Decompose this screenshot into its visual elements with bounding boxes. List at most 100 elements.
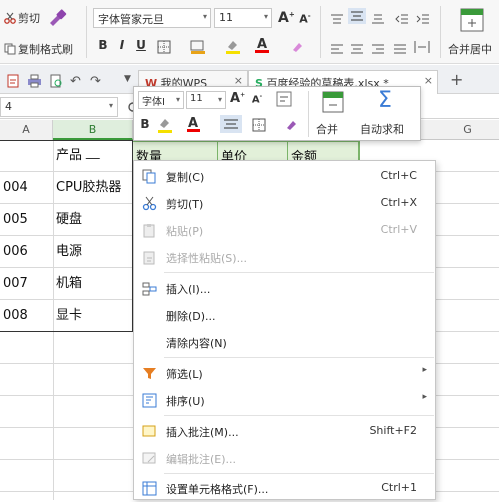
menu-item-label: 插入批注(M)... (166, 426, 239, 439)
menu-item-label: 剪切(T) (166, 198, 204, 211)
menu-item-shortcut: Ctrl+1 (381, 481, 417, 494)
menu-item-edit-comment[interactable]: 编辑批注(E)... (134, 445, 435, 472)
mini-align-center-icon[interactable] (220, 115, 242, 133)
format-painter-button[interactable]: 格式刷 (40, 41, 73, 57)
comment-icon (142, 424, 157, 439)
mini-toolbar: 字体I ▾ 11 ▾ A+ A- B A 合并 Σ 自动求和 (133, 86, 421, 141)
fill-color-icon[interactable] (190, 39, 206, 54)
format-cells-icon (142, 481, 157, 496)
highlight-icon[interactable] (225, 38, 241, 54)
justify-icon[interactable] (393, 40, 407, 54)
edit-comment-icon (142, 451, 157, 466)
customize-dropdown-icon[interactable]: ▼ (124, 74, 131, 84)
align-center-icon[interactable] (350, 40, 364, 54)
menu-item-cut[interactable]: 剪切(T) Ctrl+X (134, 190, 435, 217)
menu-item-label: 插入(I)... (166, 283, 211, 296)
sigma-icon[interactable]: Σ (378, 88, 392, 113)
clear-format-icon[interactable] (290, 39, 304, 53)
menu-item-label: 选择性粘贴(S)... (166, 252, 248, 265)
bold-button[interactable]: B (96, 38, 110, 52)
merge-center-icon[interactable] (460, 8, 484, 32)
paste-icon (142, 223, 157, 238)
mini-font-color-icon[interactable]: A (186, 114, 202, 134)
menu-item-insert-comment[interactable]: 插入批注(M)... Shift+F2 (134, 418, 435, 445)
scissors-icon[interactable] (4, 9, 16, 24)
font-size-value: 11 (219, 11, 233, 24)
column-header-b[interactable]: B (53, 120, 133, 140)
font-name-select[interactable]: 字体管家元旦 ▾ (93, 8, 211, 28)
mini-font-size-select[interactable]: 11 ▾ (186, 91, 226, 109)
undo-icon[interactable]: ↶ (70, 74, 81, 89)
indent-decrease-icon[interactable] (395, 10, 409, 24)
menu-item-label: 清除内容(N) (166, 337, 227, 350)
indent-increase-icon[interactable] (416, 10, 430, 24)
underline-button[interactable]: U (134, 38, 148, 52)
align-middle-icon[interactable] (348, 8, 366, 24)
context-menu: 复制(C) Ctrl+C 剪切(T) Ctrl+X 粘贴(P) Ctrl+V 选… (133, 160, 436, 500)
align-bottom-icon[interactable] (371, 10, 385, 24)
copy-icon[interactable] (4, 40, 16, 55)
mini-increase-font-button[interactable]: A+ (230, 91, 245, 106)
mini-wrap-icon[interactable] (276, 91, 292, 107)
ribbon: 剪切 复制 格式刷 字体管家元旦 ▾ 11 ▾ A+ A- B I U A 合并… (0, 0, 499, 64)
menu-item-copy[interactable]: 复制(C) Ctrl+C (134, 163, 435, 190)
menu-item-paste-special[interactable]: 选择性粘贴(S)... (134, 244, 435, 271)
decrease-font-button[interactable]: A- (298, 12, 312, 26)
font-color-icon[interactable]: A (255, 36, 269, 54)
print-icon[interactable] (27, 73, 42, 88)
filter-icon (142, 366, 157, 381)
menu-item-label: 编辑批注(E)... (166, 453, 237, 466)
menu-item-format-cells[interactable]: 设置单元格格式(F)... Ctrl+1 (134, 475, 435, 502)
mini-autosum-button[interactable]: 自动求和 (360, 121, 404, 137)
menu-item-delete[interactable]: 删除(D)... (134, 302, 435, 329)
new-tab-button[interactable]: + (450, 70, 463, 89)
sort-icon (142, 393, 157, 408)
merge-center-button[interactable]: 合并居中 (448, 41, 492, 57)
paste-special-icon (142, 250, 157, 265)
mini-decrease-font-button[interactable]: A- (250, 93, 264, 105)
insert-icon (142, 281, 157, 296)
menu-item-sort[interactable]: 排序(U) ▸ (134, 387, 435, 414)
mini-font-name-select[interactable]: 字体I ▾ (138, 91, 184, 109)
menu-item-label: 设置单元格格式(F)... (166, 483, 269, 496)
distributed-icon[interactable] (414, 39, 430, 53)
column-header-a[interactable]: A (0, 120, 53, 140)
svg-text:A: A (257, 37, 267, 52)
mini-merge-button[interactable]: 合并 (316, 121, 338, 137)
copy-button[interactable]: 复制 (18, 41, 40, 57)
border-icon[interactable] (157, 39, 171, 54)
menu-item-label: 筛选(L) (166, 368, 203, 381)
column-letter: A (22, 123, 30, 136)
column-header-g[interactable]: G (436, 120, 499, 140)
menu-item-clear-contents[interactable]: 清除内容(N) (134, 329, 435, 356)
mini-highlight-icon[interactable] (156, 115, 174, 133)
increase-font-button[interactable]: A+ (278, 10, 295, 26)
font-size-select[interactable]: 11 ▾ (214, 8, 272, 28)
name-box[interactable]: 4 ▾ (0, 97, 118, 117)
align-right-icon[interactable] (371, 40, 385, 54)
cut-button[interactable]: 剪切 (18, 10, 40, 26)
mini-format-painter-icon[interactable] (284, 116, 300, 132)
align-top-icon[interactable] (330, 10, 344, 24)
svg-text:A: A (188, 116, 198, 131)
submenu-arrow-icon: ▸ (422, 365, 427, 375)
menu-item-paste[interactable]: 粘贴(P) Ctrl+V (134, 217, 435, 244)
chevron-down-icon[interactable]: ▾ (109, 101, 113, 110)
close-icon[interactable]: × (424, 74, 433, 87)
menu-item-label: 粘贴(P) (166, 225, 204, 238)
align-left-icon[interactable] (330, 40, 344, 54)
print-preview-icon[interactable] (49, 73, 63, 88)
submenu-arrow-icon: ▸ (422, 392, 427, 402)
menu-item-shortcut: Shift+F2 (369, 424, 417, 437)
italic-button[interactable]: I (115, 38, 129, 52)
redo-icon[interactable]: ↷ (90, 74, 101, 89)
name-box-value: 4 (5, 100, 12, 113)
table-border (0, 140, 133, 332)
format-painter-icon[interactable] (46, 7, 68, 29)
mini-merge-icon[interactable] (322, 91, 344, 113)
mini-bold-button[interactable]: B (138, 117, 152, 131)
mini-border-icon[interactable] (252, 117, 266, 132)
menu-item-filter[interactable]: 筛选(L) ▸ (134, 360, 435, 387)
menu-item-insert[interactable]: 插入(I)... (134, 275, 435, 302)
export-pdf-icon[interactable] (6, 73, 20, 88)
